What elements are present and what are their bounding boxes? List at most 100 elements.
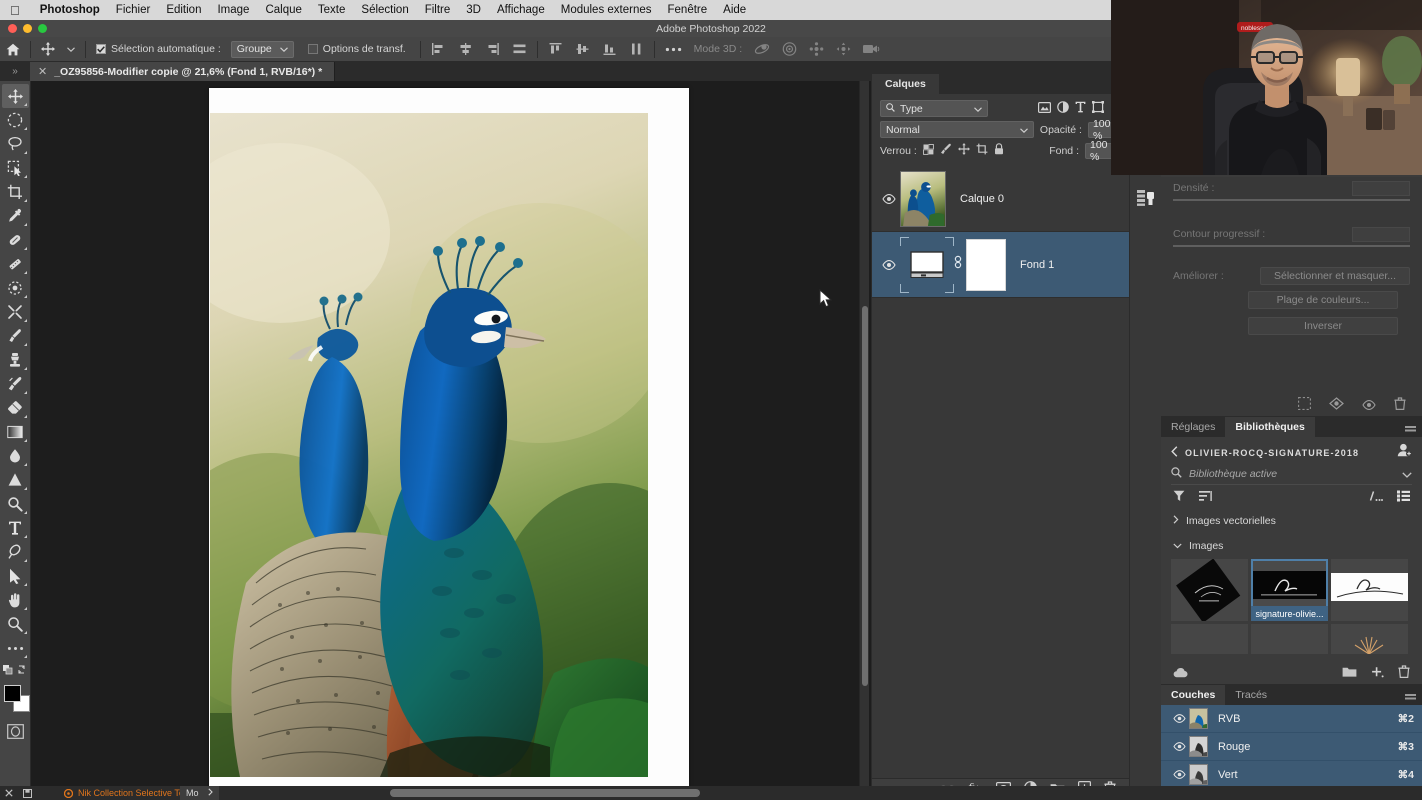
eraser-tool[interactable] — [2, 396, 29, 420]
layer-mask-link-icon[interactable] — [954, 255, 962, 274]
menu-item-texte[interactable]: Texte — [310, 4, 354, 16]
tab-traces[interactable]: Tracés — [1225, 685, 1277, 705]
canvas-area[interactable] — [31, 81, 871, 786]
library-search[interactable]: Bibliothèque active — [1171, 463, 1412, 485]
library-group-images[interactable]: Images — [1161, 536, 1422, 556]
invert-button[interactable]: Inverser — [1248, 317, 1398, 335]
orbit-3d-icon[interactable] — [748, 37, 776, 62]
align-right-icon[interactable] — [479, 37, 506, 62]
layer-name[interactable]: Fond 1 — [1020, 259, 1054, 271]
layer-visibility-icon[interactable] — [878, 259, 900, 270]
hand-tool[interactable] — [2, 588, 29, 612]
align-left-icon[interactable] — [425, 37, 452, 62]
lock-artboard-icon[interactable] — [976, 142, 988, 160]
quick-mask-icon[interactable] — [4, 721, 26, 741]
menu-item-fichier[interactable]: Fichier — [108, 4, 159, 16]
new-group-folder-icon[interactable] — [1342, 665, 1357, 683]
filter-adjustment-icon[interactable] — [1057, 100, 1069, 118]
channel-visibility-icon[interactable] — [1169, 770, 1189, 779]
lock-image-icon[interactable] — [940, 142, 952, 160]
direct-select-tool[interactable] — [2, 564, 29, 588]
table-row[interactable]: Rouge ⌘3 — [1161, 733, 1422, 761]
list-item[interactable] — [1171, 624, 1248, 654]
distribute-h-icon[interactable] — [506, 37, 533, 62]
menu-item-filtre[interactable]: Filtre — [417, 4, 459, 16]
document-tab[interactable]: ✕ _OZ95856-Modifier copie @ 21,6% (Fond … — [30, 62, 336, 81]
chevron-right-icon[interactable] — [207, 788, 213, 798]
brush-tool[interactable] — [2, 324, 29, 348]
menu-item-selection[interactable]: Sélection — [353, 4, 416, 16]
cloud-sync-icon[interactable] — [1173, 665, 1188, 683]
lock-transparency-icon[interactable] — [922, 142, 934, 160]
move-tool[interactable] — [1, 84, 29, 108]
channel-visibility-icon[interactable] — [1169, 714, 1189, 723]
color-swatches[interactable] — [2, 683, 30, 717]
more-options-icon[interactable] — [659, 37, 688, 62]
roll-3d-icon[interactable] — [776, 37, 803, 62]
distribute-v-icon[interactable] — [623, 37, 650, 62]
list-item[interactable] — [1251, 624, 1328, 654]
lock-all-icon[interactable] — [994, 142, 1004, 160]
layer-visibility-icon[interactable] — [878, 193, 900, 204]
move-tool-icon[interactable] — [35, 37, 61, 62]
save-state-icon[interactable] — [18, 788, 37, 798]
color-range-button[interactable]: Plage de couleurs... — [1248, 291, 1398, 309]
feather-field[interactable] — [1352, 226, 1410, 242]
list-item[interactable] — [1171, 559, 1248, 621]
add-collaborator-icon[interactable] — [1397, 443, 1412, 462]
pan-3d-icon[interactable] — [803, 37, 830, 62]
slide-3d-icon[interactable] — [830, 37, 857, 62]
blur-tool[interactable] — [2, 444, 29, 468]
menu-item-calque[interactable]: Calque — [257, 4, 309, 16]
maximize-window-button[interactable] — [38, 24, 47, 33]
filter-image-icon[interactable] — [1038, 100, 1052, 118]
canvas-horizontal-scrollbar[interactable] — [390, 789, 700, 797]
align-bottom-icon[interactable] — [596, 37, 623, 62]
table-row[interactable]: Fond 1 — [872, 232, 1129, 298]
sort-icon[interactable] — [1199, 489, 1212, 507]
canvas-vertical-scrollbar[interactable] — [859, 81, 869, 786]
menu-item-3d[interactable]: 3D — [458, 4, 489, 16]
blend-mode-dropdown[interactable]: Normal — [880, 121, 1034, 138]
align-top-icon[interactable] — [542, 37, 569, 62]
list-item[interactable]: signature-olivie... — [1251, 559, 1328, 621]
align-middle-v-icon[interactable] — [569, 37, 596, 62]
menu-item-photoshop[interactable]: Photoshop — [32, 4, 108, 16]
content-aware-move-tool[interactable] — [2, 276, 29, 300]
zoom-tool[interactable] — [2, 612, 29, 636]
path-select-shape-tool[interactable] — [2, 540, 29, 564]
toggle-mask-icon[interactable] — [1362, 397, 1376, 415]
layer-thumbnail[interactable] — [900, 236, 954, 293]
lock-position-icon[interactable] — [957, 142, 970, 160]
object-select-tool[interactable] — [2, 156, 29, 180]
tab-couches[interactable]: Couches — [1161, 685, 1226, 705]
double-chevron-icon[interactable]: » — [4, 63, 26, 80]
menu-item-image[interactable]: Image — [209, 4, 257, 16]
default-colors-and-swap[interactable] — [2, 660, 29, 680]
adjustments-rail-icon[interactable] — [1130, 183, 1162, 213]
list-item[interactable] — [1331, 624, 1408, 654]
eyedropper-tool[interactable] — [2, 204, 29, 228]
auto-select-scope-dropdown[interactable]: Groupe — [230, 40, 294, 58]
delete-icon[interactable] — [1398, 665, 1410, 683]
view-grid-icon[interactable] — [1397, 489, 1410, 507]
gradient-tool[interactable] — [2, 420, 29, 444]
panel-menu-icon[interactable] — [1405, 422, 1416, 440]
auto-select-checkbox[interactable]: Sélection automatique : — [90, 37, 227, 62]
table-row[interactable]: Vert ⌘4 — [1161, 761, 1422, 789]
table-row[interactable]: RVB ⌘2 — [1161, 705, 1422, 733]
nik-collection-icon[interactable] — [59, 788, 78, 798]
dodge-tool[interactable] — [2, 468, 29, 492]
density-slider[interactable] — [1173, 199, 1410, 201]
apple-icon[interactable]:  — [0, 4, 32, 17]
menu-item-edition[interactable]: Edition — [158, 4, 209, 16]
minimize-window-button[interactable] — [23, 24, 32, 33]
panel-menu-icon[interactable] — [1405, 690, 1416, 708]
menu-item-affichage[interactable]: Affichage — [489, 4, 553, 16]
load-selection-icon[interactable] — [1298, 396, 1311, 415]
layer-mask-thumbnail[interactable] — [966, 238, 1006, 291]
select-and-mask-button[interactable]: Sélectionner et masquer... — [1260, 267, 1410, 285]
lasso-tool[interactable] — [2, 132, 29, 156]
list-item[interactable] — [1331, 559, 1408, 621]
library-name[interactable]: OLIVIER-ROCQ-SIGNATURE-2018 — [1185, 448, 1359, 458]
